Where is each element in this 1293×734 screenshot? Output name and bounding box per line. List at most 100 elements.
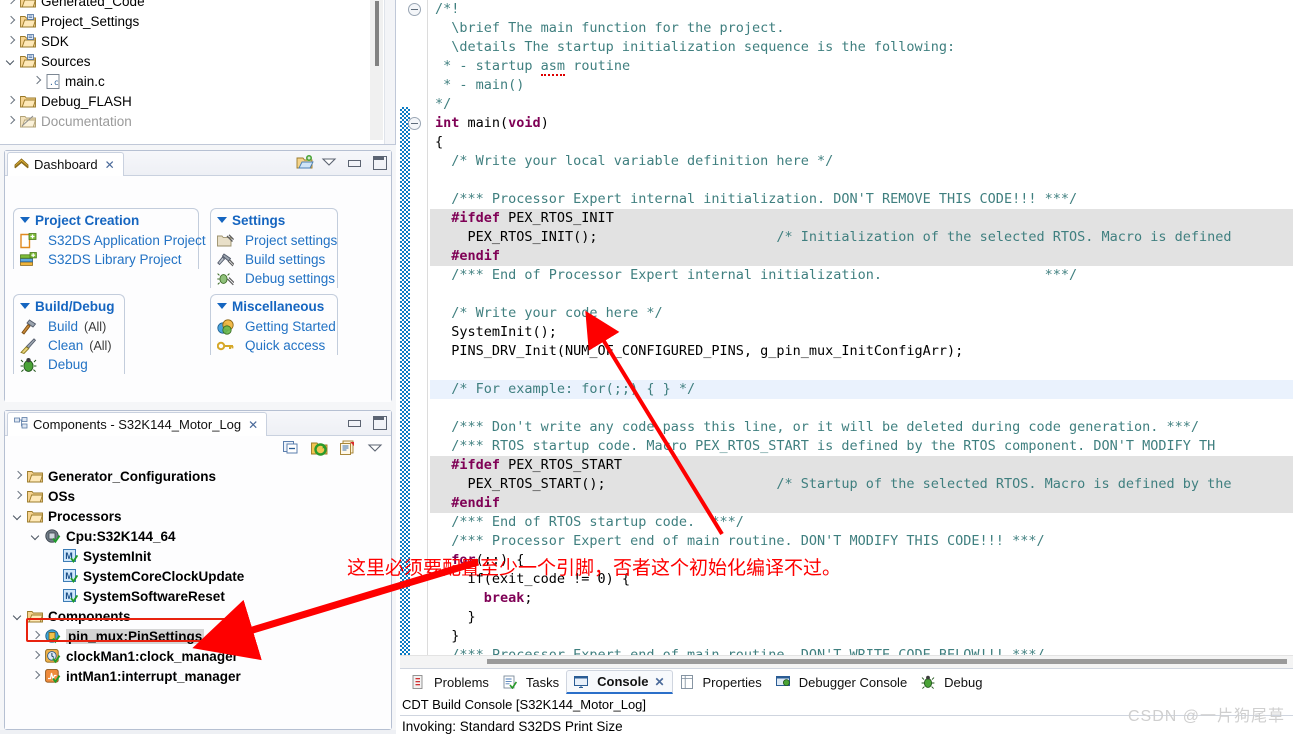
code-line[interactable]: * - startup asm routine (430, 57, 1293, 76)
maximize-icon[interactable] (371, 414, 387, 430)
code-line[interactable]: /* Write your local variable definition … (430, 152, 1293, 171)
minimize-icon[interactable] (346, 414, 362, 430)
code-line[interactable]: PINS_DRV_Init(NUM_OF_CONFIGURED_PINS, g_… (430, 342, 1293, 361)
chevron-right-icon[interactable] (4, 94, 18, 108)
component-item-systeminit[interactable]: M SystemInit (5, 546, 391, 566)
tab-dashboard[interactable]: Dashboard ✕ (7, 152, 124, 176)
code-line[interactable] (430, 171, 1293, 190)
components-tree[interactable]: Generator_Configurations OSs Processors … (5, 466, 391, 686)
code-line[interactable]: /*** Processor Expert end of main routin… (430, 532, 1293, 551)
code-line[interactable]: /*** Don't write any code pass this line… (430, 418, 1293, 437)
minimize-icon[interactable] (346, 154, 362, 170)
dashboard-item-project-settings[interactable]: Project settings (211, 231, 337, 250)
code-line[interactable]: #endif (430, 247, 1293, 266)
code-line[interactable]: PEX_RTOS_INIT(); /* Initialization of th… (430, 228, 1293, 247)
code-line[interactable]: /*** Processor Expert internal initializ… (430, 190, 1293, 209)
close-icon[interactable]: ✕ (105, 158, 115, 172)
import-component-icon[interactable] (339, 440, 355, 456)
code-line[interactable]: #ifdef PEX_RTOS_START (430, 456, 1293, 475)
chevron-right-icon[interactable] (11, 469, 25, 483)
chevron-right-icon[interactable] (4, 0, 18, 8)
dashboard-item-build-settings[interactable]: Build settings (211, 250, 337, 269)
project-explorer-tree[interactable]: Generated_Code Project_Settings SDK Sour… (0, 0, 396, 145)
dashboard-group-header[interactable]: Build/Debug (14, 295, 124, 317)
code-line[interactable]: \brief The main function for the project… (430, 19, 1293, 38)
tree-item-debug-flash[interactable]: Debug_FLASH (0, 91, 372, 111)
component-item-cpu-s32k144-64[interactable]: Cpu:S32K144_64 (5, 526, 391, 546)
tab-problems[interactable]: Problems (404, 670, 496, 694)
dashboard-item-s32ds-library-project[interactable]: S32DS Library Project (14, 250, 198, 269)
code-line[interactable]: \details The startup initialization sequ… (430, 38, 1293, 57)
maximize-icon[interactable] (371, 154, 387, 170)
component-item-pin-mux-pinsettings[interactable]: pin_mux:PinSettings (5, 626, 391, 646)
code-line[interactable]: { (430, 133, 1293, 152)
tab-debugger-console[interactable]: Debugger Console (769, 670, 914, 694)
code-line[interactable]: PEX_RTOS_START(); /* Startup of the sele… (430, 475, 1293, 494)
tree-item-main-c[interactable]: .c main.c (0, 71, 372, 91)
component-item-oss[interactable]: OSs (5, 486, 391, 506)
code-line[interactable]: #ifdef PEX_RTOS_INIT (430, 209, 1293, 228)
code-line[interactable]: * - main() (430, 76, 1293, 95)
dashboard-item-debug-settings[interactable]: Debug settings (211, 269, 337, 288)
dashboard-group-header[interactable]: Settings (211, 209, 337, 231)
dashboard-item-build[interactable]: Build (All) (14, 317, 124, 336)
collapse-all-icon[interactable] (283, 440, 299, 456)
component-item-processors[interactable]: Processors (5, 506, 391, 526)
chevron-right-icon[interactable] (4, 114, 18, 128)
code-line[interactable]: /*! (408, 0, 1293, 19)
tab-console[interactable]: Console ✕ (566, 670, 673, 694)
project-explorer-scroll-thumb[interactable] (375, 1, 379, 66)
chevron-down-icon[interactable] (217, 303, 227, 309)
tab-debug[interactable]: Debug (914, 670, 989, 694)
chevron-right-icon[interactable] (30, 74, 44, 88)
code-line[interactable] (430, 361, 1293, 380)
generate-code-icon[interactable] (311, 440, 328, 456)
chevron-right-icon[interactable] (29, 649, 43, 663)
close-icon[interactable]: ✕ (654, 675, 664, 689)
component-item-components[interactable]: Components (5, 606, 391, 626)
dashboard-item-getting-started[interactable]: Getting Started (211, 317, 337, 336)
code-line[interactable]: SystemInit(); (430, 323, 1293, 342)
chevron-down-icon[interactable] (20, 303, 30, 309)
code-line[interactable]: /*** End of Processor Expert internal in… (430, 266, 1293, 285)
chevron-down-icon[interactable] (4, 54, 18, 68)
dashboard-group-header[interactable]: Project Creation (14, 209, 198, 231)
chevron-down-icon[interactable] (20, 217, 30, 223)
component-item-generator-configurations[interactable]: Generator_Configurations (5, 466, 391, 486)
code-line[interactable]: /* Write your code here */ (430, 304, 1293, 323)
component-item-clockman1-clock-manager[interactable]: clockMan1:clock_manager (5, 646, 391, 666)
chevron-down-icon[interactable] (11, 609, 25, 623)
chevron-right-icon[interactable] (29, 629, 43, 643)
code-line[interactable]: } (430, 608, 1293, 627)
chevron-down-icon[interactable] (29, 529, 43, 543)
tree-item-generated-code[interactable]: Generated_Code (0, 0, 372, 11)
tab-properties[interactable]: Properties (673, 670, 769, 694)
chevron-right-icon[interactable] (4, 34, 18, 48)
view-menu-icon[interactable] (367, 440, 383, 456)
code-line[interactable]: int main(void) (408, 114, 1293, 133)
view-menu-icon[interactable] (321, 154, 337, 170)
code-line[interactable]: /*** RTOS startup code. Macro PEX_RTOS_S… (430, 437, 1293, 456)
dashboard-item-quick-access[interactable]: Quick access (211, 336, 337, 355)
chevron-right-icon[interactable] (29, 669, 43, 683)
tree-item-project-settings[interactable]: Project_Settings (0, 11, 372, 31)
open-project-icon[interactable] (296, 154, 314, 170)
dashboard-group-header[interactable]: Miscellaneous (211, 295, 337, 317)
code-line[interactable] (430, 399, 1293, 418)
tab-components[interactable]: Components - S32K144_Motor_Log ✕ (7, 412, 268, 436)
component-item-systemsoftwarereset[interactable]: M SystemSoftwareReset (5, 586, 391, 606)
code-line[interactable]: #endif (430, 494, 1293, 513)
code-line[interactable]: /* For example: for(;;) { } */ (430, 380, 1293, 399)
chevron-right-icon[interactable] (11, 489, 25, 503)
code-line[interactable] (430, 285, 1293, 304)
tree-item-sdk[interactable]: SDK (0, 31, 372, 51)
chevron-down-icon[interactable] (217, 217, 227, 223)
tree-item-documentation[interactable]: Documentation (0, 111, 372, 131)
chevron-down-icon[interactable] (11, 509, 25, 523)
dashboard-item-debug[interactable]: Debug (14, 355, 124, 374)
code-line[interactable]: } (430, 627, 1293, 646)
fold-toggle-icon[interactable] (408, 3, 421, 16)
close-icon[interactable]: ✕ (248, 418, 258, 432)
editor-horizontal-scroll-thumb[interactable] (487, 659, 1287, 664)
dashboard-item-clean[interactable]: Clean (All) (14, 336, 124, 355)
